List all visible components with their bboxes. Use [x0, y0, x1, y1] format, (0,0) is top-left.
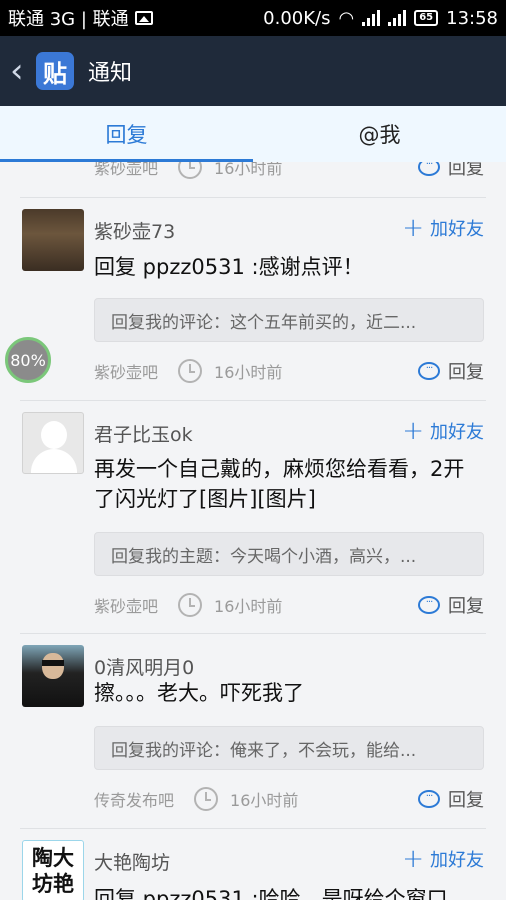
tab-mentions[interactable]: @我 — [253, 106, 506, 162]
add-friend-button[interactable]: + 加好友 — [402, 215, 484, 241]
reply-button[interactable]: ··· 回复 — [418, 162, 484, 180]
quoted-text[interactable]: 回复我的主题：今天喝个小酒，高兴，... — [94, 532, 484, 576]
reply-button[interactable]: ··· 回复 — [418, 358, 484, 384]
comment-icon: ··· — [418, 790, 440, 808]
list-item-meta: 紫砂壶吧 16小时前 ··· 回复 — [94, 356, 484, 386]
list-item-meta: 紫砂壶吧 16小时前 ··· 回复 — [94, 162, 484, 182]
clock-icon — [178, 359, 203, 383]
divider — [20, 197, 486, 198]
reply-content[interactable]: 再发一个自己戴的，麻烦您给看看，2开了闪光灯了[图片][图片] — [94, 454, 482, 514]
forum-name[interactable]: 紫砂壶吧 — [94, 359, 158, 383]
list-item-meta: 紫砂壶吧 16小时前 ··· 回复 — [94, 590, 484, 620]
floating-progress-badge[interactable]: 80% — [5, 337, 51, 383]
reply-content[interactable]: 擦。。。老大。吓死我了 — [94, 678, 482, 708]
add-friend-label: 加好友 — [430, 422, 484, 443]
clock-icon — [178, 162, 203, 179]
username[interactable]: 君子比玉ok — [94, 420, 193, 447]
post-time: 16小时前 — [214, 162, 283, 178]
status-bar: 联通 3G | 联通 0.00K/s ◠ 65 13:58 — [0, 0, 506, 36]
avatar-placeholder[interactable] — [22, 412, 84, 474]
reply-label: 回复 — [448, 790, 484, 811]
wifi-icon: ◠ — [338, 7, 355, 29]
add-friend-label: 加好友 — [430, 219, 484, 240]
network-speed: 0.00K/s — [263, 7, 331, 29]
back-arrow-icon[interactable]: ‹ — [10, 54, 32, 88]
clock-icon — [178, 593, 203, 617]
post-time: 16小时前 — [230, 791, 299, 810]
add-friend-button[interactable]: + 加好友 — [402, 418, 484, 444]
username[interactable]: 大艳陶坊 — [94, 848, 170, 875]
reply-content[interactable]: 回复 ppzz0531 :感谢点评！ — [94, 252, 482, 282]
page-title: 通知 — [88, 61, 133, 86]
reply-label: 回复 — [448, 596, 484, 617]
divider — [20, 633, 486, 634]
add-friend-button[interactable]: + 加好友 — [402, 846, 484, 872]
image-notification-icon — [134, 11, 153, 25]
clock-time: 13:58 — [446, 7, 498, 29]
post-time: 16小时前 — [214, 597, 283, 616]
add-friend-label: 加好友 — [430, 850, 484, 871]
tab-bar: 回复 @我 — [0, 106, 506, 162]
reply-content[interactable]: 回复 ppzz0531 :哈哈，是呀给个窗口 — [94, 884, 482, 900]
forum-name[interactable]: 紫砂壶吧 — [94, 162, 158, 179]
list-item-meta: 传奇发布吧 16小时前 ··· 回复 — [94, 784, 484, 814]
divider — [20, 828, 486, 829]
carrier-text: 联通 3G | 联通 — [8, 9, 129, 30]
notification-list: 紫砂壶吧 16小时前 ··· 回复 紫砂壶73 + 加好友 回复 ppzz053… — [0, 162, 506, 900]
reply-label: 回复 — [448, 162, 484, 179]
plus-icon: + — [402, 416, 424, 446]
clock-icon — [194, 787, 219, 811]
tab-replies[interactable]: 回复 — [0, 106, 253, 162]
quoted-text[interactable]: 回复我的评论：这个五年前买的，近二... — [94, 298, 484, 342]
notification-screen: 联通 3G | 联通 0.00K/s ◠ 65 13:58 ‹ 贴 通知 回复 … — [0, 0, 506, 900]
signal-icon — [362, 10, 381, 26]
quoted-text[interactable]: 回复我的评论：俺来了，不会玩，能给... — [94, 726, 484, 770]
forum-name[interactable]: 紫砂壶吧 — [94, 593, 158, 617]
username[interactable]: 0清风明月0 — [94, 653, 194, 680]
signal-icon-2 — [388, 10, 407, 26]
username[interactable]: 紫砂壶73 — [94, 217, 175, 244]
reply-label: 回复 — [448, 362, 484, 383]
avatar[interactable] — [22, 645, 84, 707]
app-header: ‹ 贴 通知 — [0, 36, 506, 106]
plus-icon: + — [402, 844, 424, 874]
comment-icon: ··· — [418, 362, 440, 380]
reply-button[interactable]: ··· 回复 — [418, 786, 484, 812]
forum-name[interactable]: 传奇发布吧 — [94, 787, 174, 811]
reply-button[interactable]: ··· 回复 — [418, 592, 484, 618]
plus-icon: + — [402, 213, 424, 243]
post-time: 16小时前 — [214, 363, 283, 382]
avatar-brand-logo[interactable]: 陶大坊艳 — [22, 840, 84, 900]
comment-icon: ··· — [418, 162, 440, 176]
battery-icon: 65 — [414, 10, 439, 26]
avatar[interactable] — [22, 209, 84, 271]
tieba-logo-icon: 贴 — [36, 52, 74, 90]
divider — [20, 400, 486, 401]
comment-icon: ··· — [418, 596, 440, 614]
